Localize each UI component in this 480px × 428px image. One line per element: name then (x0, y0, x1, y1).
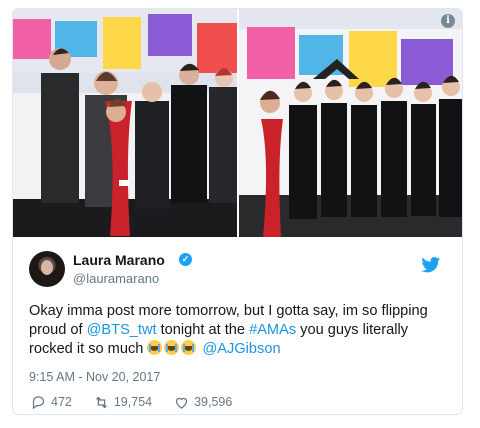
retweet-button[interactable]: 19,754 (94, 395, 152, 410)
tweet-timestamp[interactable]: 9:15 AM - Nov 20, 2017 (29, 370, 160, 384)
tweet-media[interactable]: i (13, 9, 462, 237)
reply-button[interactable]: 472 (31, 395, 72, 410)
verified-badge-icon: ✓ (179, 253, 192, 266)
reply-count: 472 (51, 395, 72, 409)
crying-face-emoji (147, 340, 163, 355)
author-handle[interactable]: @lauramarano (73, 271, 159, 286)
tweet-header: Laura Marano ✓ @lauramarano (29, 251, 449, 291)
author-name[interactable]: Laura Marano (73, 252, 165, 268)
info-icon[interactable]: i (441, 14, 455, 28)
crying-face-emoji (164, 340, 180, 355)
tweet-actions: 472 19,754 39,596 (31, 393, 232, 411)
avatar[interactable] (29, 251, 65, 287)
hashtag-amas-link[interactable]: #AMAs (249, 322, 296, 338)
retweet-icon (95, 396, 107, 408)
tweet-text: Okay imma post more tomorrow, but I gott… (29, 302, 439, 359)
photo-group-stage (239, 9, 462, 237)
reply-icon (32, 395, 45, 409)
media-photo-right[interactable]: i (239, 9, 462, 237)
media-photo-left[interactable] (13, 9, 237, 237)
like-button[interactable]: 39,596 (174, 395, 232, 410)
tweet-card: i Laura Marano ✓ @lauramarano Okay imma … (12, 8, 463, 415)
mention-bts-link[interactable]: @BTS_twt (87, 322, 157, 338)
retweet-count: 19,754 (113, 395, 153, 409)
crying-face-emoji (181, 340, 197, 355)
like-count: 39,596 (194, 395, 233, 409)
heart-icon (175, 397, 188, 409)
mention-ajgibson-link[interactable]: @AJGibson (202, 341, 280, 357)
tweet-text-part: tonight at the (156, 322, 250, 338)
photo-group-red-carpet (13, 9, 237, 237)
twitter-bird-icon[interactable] (421, 257, 441, 273)
